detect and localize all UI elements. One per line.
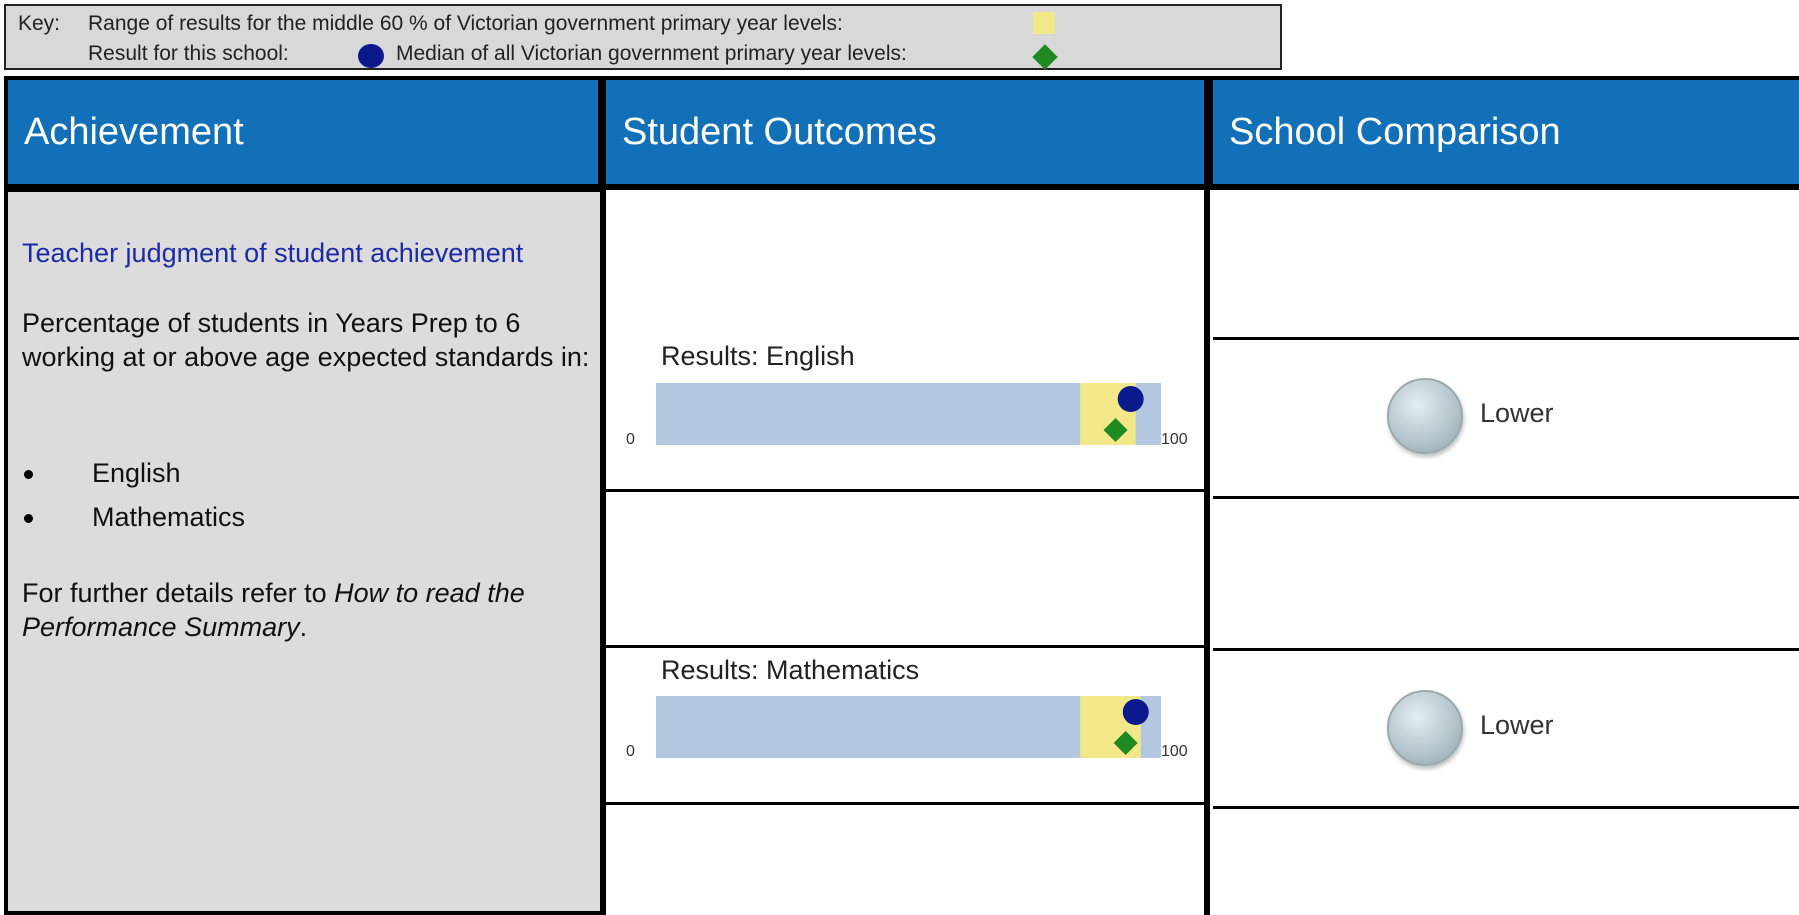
further-prefix: For further details refer to — [22, 578, 335, 608]
header-student-outcomes: Student Outcomes — [606, 80, 1204, 184]
chart-title-mathematics: Results: Mathematics — [661, 655, 920, 685]
row-divider — [1213, 806, 1799, 809]
key-legend: Key: Range of results for the middle 60 … — [4, 4, 1282, 70]
further-suffix: . — [299, 612, 308, 642]
range-swatch — [1033, 12, 1055, 34]
tick-label-min: 0 — [626, 431, 635, 448]
row-divider — [1213, 337, 1799, 340]
achievement-description: Percentage of students in Years Prep to … — [22, 308, 590, 372]
bullet-dot — [24, 470, 33, 479]
chart-mathematics — [656, 696, 1161, 758]
header-school-comparison: School Comparison — [1213, 80, 1799, 184]
comparison-indicator-icon — [1387, 690, 1463, 766]
school-marker-swatch — [358, 44, 384, 68]
row-divider — [606, 802, 1204, 805]
chart-english — [656, 383, 1161, 445]
row-divider — [1213, 648, 1799, 651]
school-result-marker — [1117, 386, 1144, 412]
achievement-link-title[interactable]: Teacher judgment of student achievement — [22, 236, 602, 270]
column-divider — [1204, 188, 1210, 915]
tick-label-max: 100 — [1161, 743, 1188, 760]
further-details: For further details refer to How to read… — [22, 576, 592, 644]
key-range-label: Range of results for the middle 60 % of … — [88, 12, 843, 35]
column-divider — [600, 188, 606, 915]
header-achievement: Achievement — [8, 80, 598, 184]
bullet-mathematics: Mathematics — [92, 502, 246, 532]
bullet-dot — [24, 514, 33, 523]
achievement-panel: Teacher judgment of student achievement … — [4, 188, 604, 915]
bullet-english: English — [92, 458, 181, 488]
tick-label-max: 100 — [1161, 431, 1188, 448]
school-result-marker — [1122, 699, 1149, 725]
comparison-label-english: Lower — [1480, 398, 1554, 428]
comparison-indicator-icon — [1387, 378, 1463, 454]
comparison-label-mathematics: Lower — [1480, 710, 1554, 740]
key-median-label: Median of all Victorian government prima… — [396, 42, 907, 65]
median-marker-swatch — [1032, 44, 1058, 70]
row-divider — [1213, 496, 1799, 499]
key-school-label: Result for this school: — [88, 42, 289, 65]
row-divider — [606, 645, 1204, 648]
chart-title-english: Results: English — [661, 341, 855, 371]
key-prefix: Key: — [18, 12, 61, 35]
tick-label-min: 0 — [626, 743, 635, 760]
row-divider — [606, 489, 1204, 492]
